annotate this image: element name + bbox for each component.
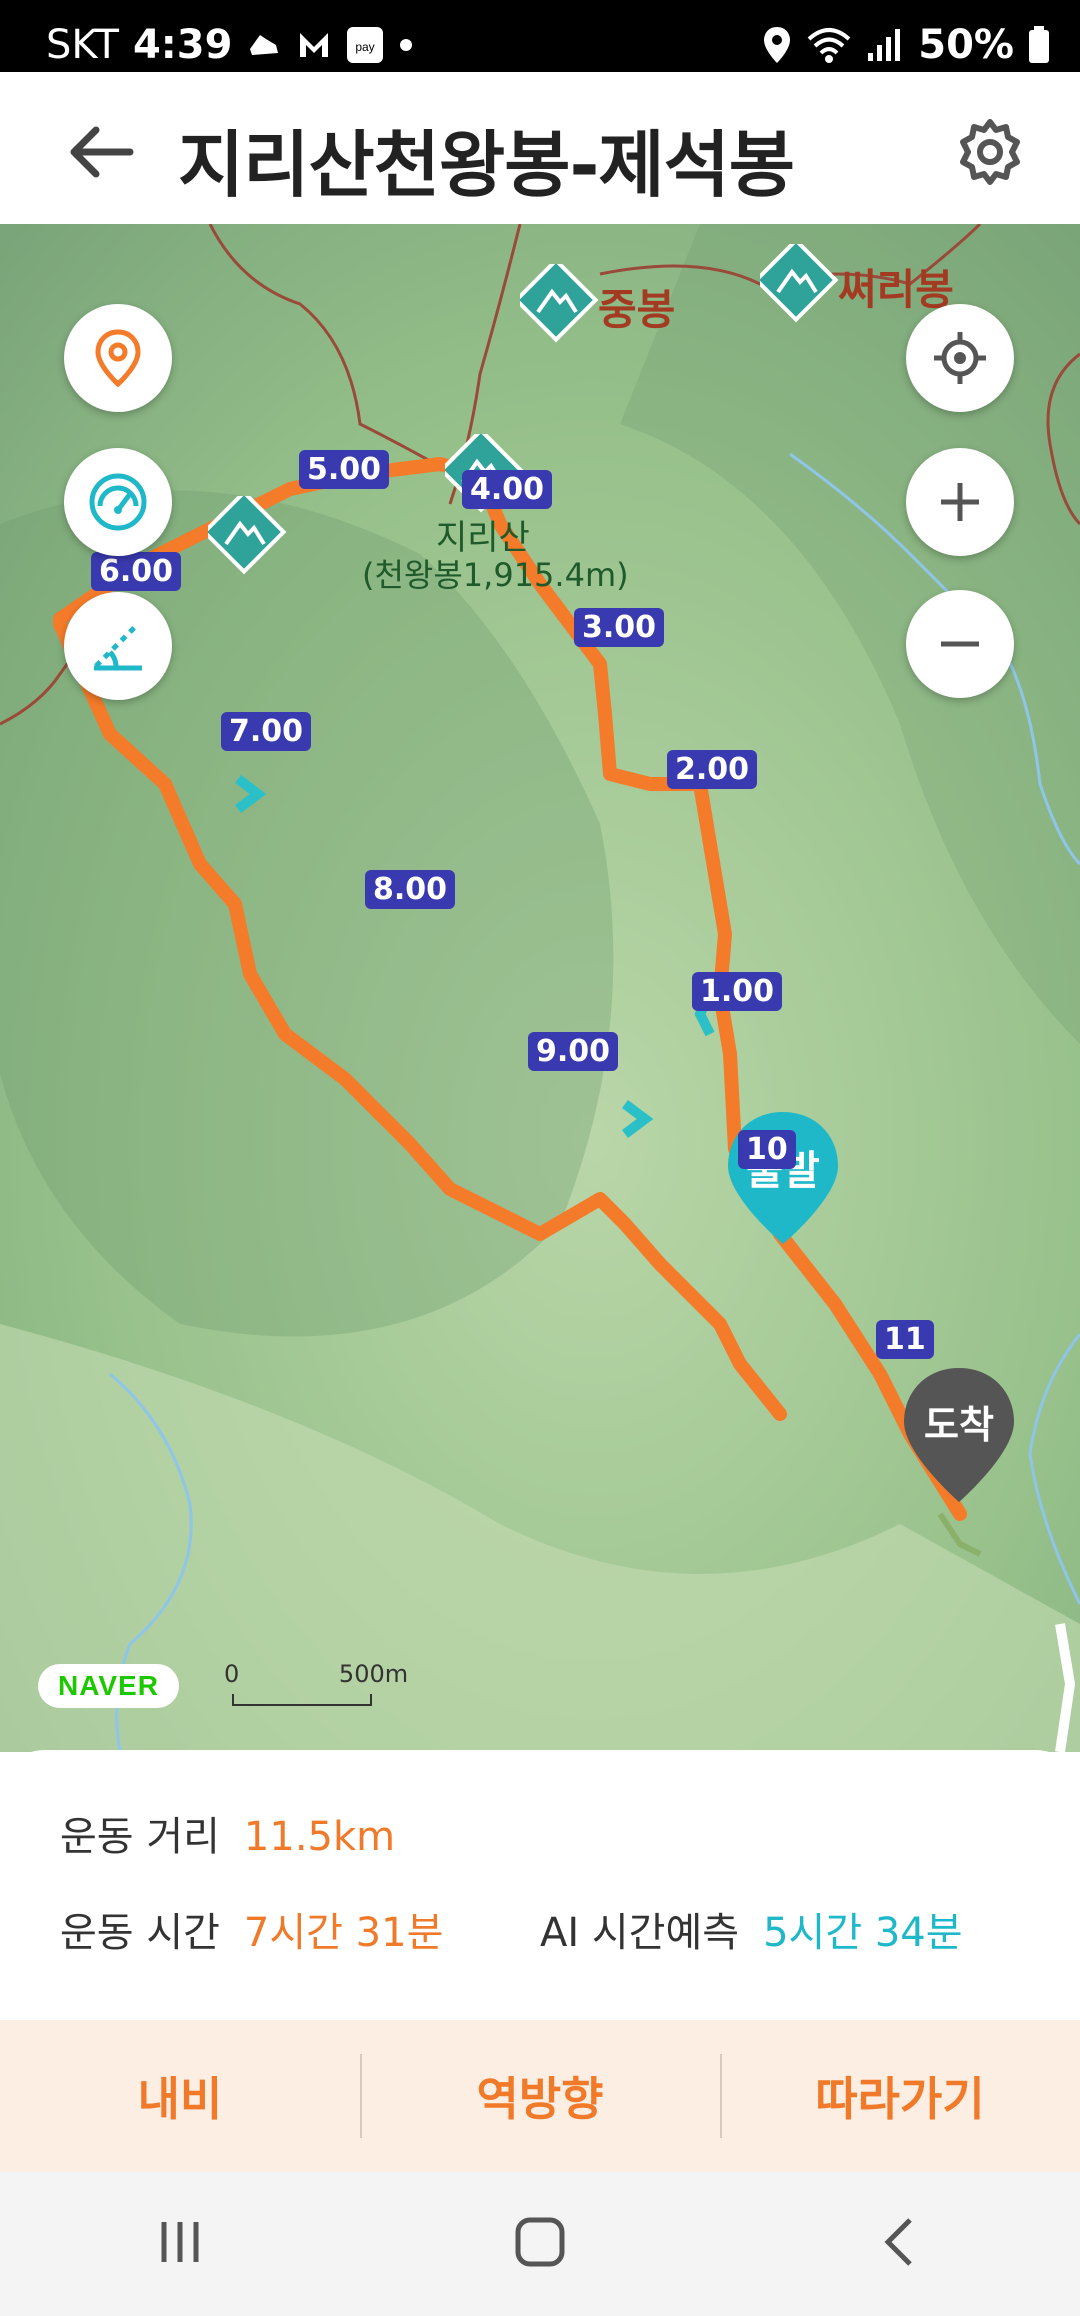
follow-button[interactable]: 따라가기: [720, 2020, 1080, 2172]
peak-sublabel-jirisan: (천왕봉1,915.4m): [362, 556, 629, 594]
system-nav-bar: [0, 2172, 1080, 2316]
my-location-button[interactable]: [906, 304, 1014, 412]
km-marker[interactable]: 4.00: [462, 470, 553, 509]
peak-marker-sseoribong[interactable]: [753, 237, 839, 323]
km-marker[interactable]: 5.00: [299, 450, 390, 489]
zoom-out-button[interactable]: [906, 590, 1014, 698]
carrier-label: SKT: [46, 22, 119, 68]
distance-value: 11.5km: [243, 1814, 396, 1860]
back-button[interactable]: [62, 112, 142, 192]
chevron-left-icon: [884, 2218, 912, 2266]
peak-marker-jungbong[interactable]: [513, 257, 599, 343]
action-bar: 내비 역방향 따라가기: [0, 2020, 1080, 2172]
km-marker[interactable]: 8.00: [365, 870, 456, 909]
battery-percent: 50%: [918, 22, 1014, 68]
map-view[interactable]: 중봉 써리봉 지리산 (천왕봉1,915.4m) 1.00 2.00 3.00 …: [0, 224, 1080, 1752]
km-label: 9.00: [528, 1032, 619, 1071]
home-icon: [515, 2217, 565, 2267]
end-label: 도착: [924, 1403, 994, 1447]
km-marker[interactable]: 2.00: [667, 750, 758, 789]
km-marker[interactable]: 7.00: [221, 712, 312, 751]
svg-text:pay: pay: [356, 40, 375, 54]
peak-label-sseoribong: 써리봉: [838, 265, 954, 314]
map-canvas: [0, 224, 1080, 1752]
recents-icon: [161, 2222, 199, 2262]
ai-value: 5시간 34분: [763, 1910, 963, 1956]
km-label: 1.00: [692, 972, 783, 1011]
scale-zero: 0: [224, 1660, 240, 1688]
back-nav-button[interactable]: [870, 2212, 930, 2276]
m-app-icon: [296, 27, 332, 63]
ai-label: AI 시간예측: [540, 1910, 740, 1956]
distance-row: 운동 거리 11.5km: [60, 1804, 395, 1862]
km-label: 3.00: [574, 608, 665, 647]
scale-label: 500m: [338, 1660, 409, 1688]
arrow-left-icon: [70, 126, 134, 178]
zoom-in-button[interactable]: [906, 448, 1014, 556]
ai-row: AI 시간예측 5시간 34분: [540, 1900, 963, 1958]
signal-icon: [866, 27, 904, 63]
page-title: 지리산천왕봉-제석봉: [178, 123, 795, 207]
elevation-button[interactable]: [64, 592, 172, 700]
plus-icon: [941, 483, 979, 521]
dot-icon: [398, 37, 414, 53]
speed-button[interactable]: [64, 448, 172, 556]
speedometer-icon: [89, 473, 147, 531]
km-label: 10: [738, 1130, 796, 1169]
wifi-icon: [806, 25, 852, 65]
waypoint-button[interactable]: [64, 304, 172, 412]
scale-bar: [232, 1694, 372, 1706]
km-label: 2.00: [667, 750, 758, 789]
time-row: 운동 시간 7시간 31분: [60, 1900, 443, 1958]
app-bar: 지리산천왕봉-제석봉: [0, 72, 1080, 230]
gear-icon: [960, 119, 1020, 185]
crosshair-icon: [934, 332, 986, 384]
km-marker[interactable]: 10: [738, 1130, 796, 1169]
recents-button[interactable]: [150, 2212, 210, 2276]
km-label: 6.00: [91, 552, 182, 591]
km-marker[interactable]: 9.00: [528, 1032, 619, 1071]
km-label: 7.00: [221, 712, 312, 751]
mountain-icon: [513, 257, 599, 343]
time-label: 운동 시간: [60, 1910, 220, 1956]
shoe-icon: [246, 27, 282, 63]
end-pin[interactable]: 도착: [900, 1364, 1018, 1506]
slope-icon: [94, 624, 142, 671]
time-value: 7시간 31분: [243, 1910, 444, 1956]
km-marker[interactable]: 1.00: [692, 972, 783, 1011]
stats-panel: 운동 거리 11.5km 운동 시간 7시간 31분 AI 시간예측 5시간 34분: [0, 1750, 1080, 2020]
mountain-icon: [753, 237, 839, 323]
home-button[interactable]: [510, 2212, 570, 2276]
map-marker-icon: [95, 329, 141, 388]
clock: 4:39: [132, 22, 233, 68]
minus-icon: [941, 641, 979, 647]
settings-button[interactable]: [950, 112, 1030, 192]
reverse-button[interactable]: 역방향: [360, 2020, 720, 2172]
km-marker[interactable]: 3.00: [574, 608, 665, 647]
km-marker[interactable]: 11: [876, 1320, 934, 1359]
peak-label-jungbong: 중봉: [598, 285, 676, 334]
battery-icon: [1028, 26, 1050, 64]
map-scale: 0 500m: [224, 1660, 408, 1688]
distance-label: 운동 거리: [60, 1814, 220, 1860]
km-label: 5.00: [299, 450, 390, 489]
km-label: 8.00: [365, 870, 456, 909]
peak-marker-small[interactable]: [201, 489, 287, 575]
navi-button[interactable]: 내비: [0, 2020, 360, 2172]
pay-icon: pay: [346, 26, 384, 64]
km-label: 11: [876, 1320, 934, 1359]
start-pin[interactable]: 출발: [724, 1108, 842, 1248]
km-marker[interactable]: 6.00: [91, 552, 182, 591]
km-label: 4.00: [462, 470, 553, 509]
location-icon: [762, 25, 792, 65]
mountain-icon: [201, 489, 287, 575]
naver-logo: NAVER: [38, 1664, 179, 1708]
